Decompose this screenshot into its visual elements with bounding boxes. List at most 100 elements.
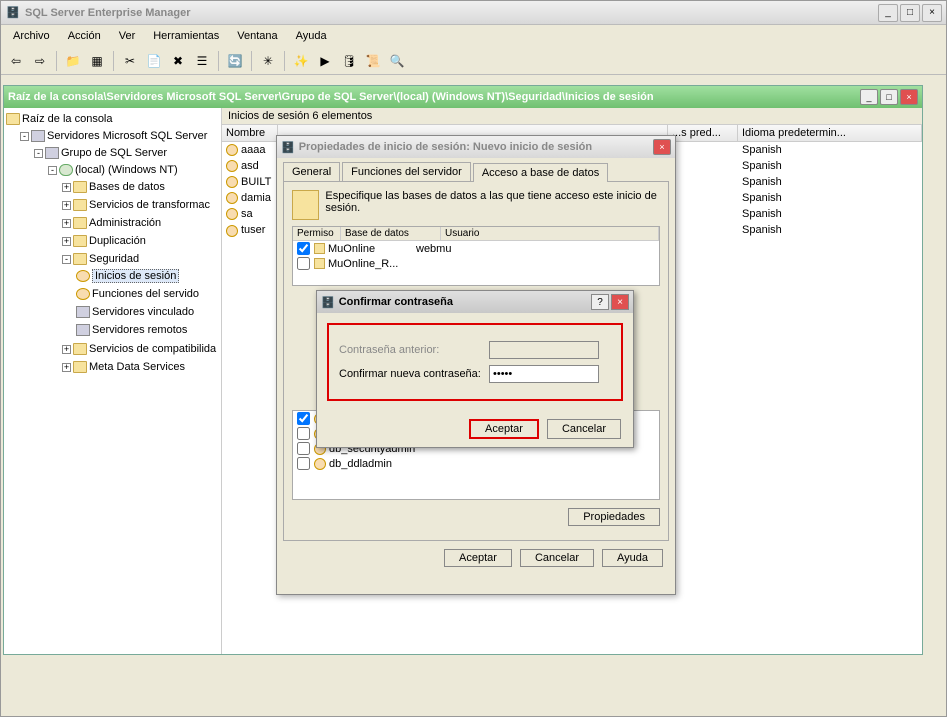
- role-checkbox[interactable]: [297, 457, 310, 470]
- cut-icon[interactable]: ✂: [119, 50, 141, 72]
- list-status: Inicios de sesión 6 elementos: [222, 108, 922, 125]
- db-row[interactable]: MuOnline_R...: [293, 256, 659, 271]
- mdi-minimize-button[interactable]: _: [860, 89, 878, 105]
- back-icon[interactable]: ⇦: [5, 50, 27, 72]
- menu-accion[interactable]: Acción: [60, 28, 109, 44]
- menu-ayuda[interactable]: Ayuda: [288, 28, 335, 44]
- col-permiso[interactable]: Permiso: [293, 227, 341, 240]
- tree-admin[interactable]: Administración: [89, 217, 161, 229]
- tree-security[interactable]: Seguridad: [89, 253, 139, 265]
- logins-icon: [76, 270, 90, 282]
- confirm-ok-button[interactable]: Aceptar: [469, 419, 539, 439]
- tree-databases[interactable]: Bases de datos: [89, 181, 165, 193]
- db-row[interactable]: MuOnlinewebmu: [293, 241, 659, 256]
- tree-dts[interactable]: Servicios de transformac: [89, 199, 210, 211]
- script-icon[interactable]: 📜: [362, 50, 384, 72]
- role-checkbox[interactable]: [297, 442, 310, 455]
- tree-servers[interactable]: Servidores Microsoft SQL Server: [47, 130, 207, 142]
- tab-general[interactable]: General: [283, 162, 340, 181]
- mdi-title-text: Raíz de la consola\Servidores Microsoft …: [8, 91, 860, 103]
- up-icon[interactable]: 📁: [62, 50, 84, 72]
- tab-database-access[interactable]: Acceso a base de datos: [473, 163, 608, 182]
- col-usuario[interactable]: Usuario: [441, 227, 659, 240]
- expand-icon[interactable]: +: [62, 183, 71, 192]
- copy-icon[interactable]: 📄: [143, 50, 165, 72]
- expand-icon[interactable]: +: [62, 237, 71, 246]
- prop-cancel-button[interactable]: Cancelar: [520, 549, 594, 567]
- properties-button[interactable]: Propiedades: [568, 508, 660, 526]
- col-pred[interactable]: ...s pred...: [668, 125, 738, 141]
- confirm-close-button[interactable]: ×: [611, 294, 629, 310]
- prop-close-button[interactable]: ×: [653, 139, 671, 155]
- tree-meta[interactable]: Meta Data Services: [89, 361, 185, 373]
- confirm-help-button[interactable]: ?: [591, 294, 609, 310]
- tree-pane[interactable]: Raíz de la consola -Servidores Microsoft…: [4, 108, 222, 654]
- user-icon: [226, 160, 238, 172]
- tab-server-roles[interactable]: Funciones del servidor: [342, 162, 471, 181]
- tree-server-roles[interactable]: Funciones del servido: [92, 288, 199, 300]
- maximize-button[interactable]: □: [900, 4, 920, 22]
- role-checkbox[interactable]: [297, 427, 310, 440]
- role-checkbox[interactable]: [297, 412, 310, 425]
- list-icon[interactable]: ▦: [86, 50, 108, 72]
- expand-icon[interactable]: +: [62, 219, 71, 228]
- menu-archivo[interactable]: Archivo: [5, 28, 58, 44]
- expand-icon[interactable]: +: [62, 363, 71, 372]
- confirm-title: Confirmar contraseña: [339, 296, 589, 308]
- folder-icon: [73, 199, 87, 211]
- expand-icon[interactable]: -: [20, 132, 29, 141]
- folder-icon: [73, 217, 87, 229]
- folder-icon: [73, 181, 87, 193]
- col-basedatos[interactable]: Base de datos: [341, 227, 441, 240]
- db-grid[interactable]: Permiso Base de datos Usuario MuOnlinewe…: [292, 226, 660, 286]
- tree-compat[interactable]: Servicios de compatibilida: [89, 343, 216, 355]
- tree-logins[interactable]: Inicios de sesión: [92, 269, 179, 283]
- prop-titlebar: 🗄️ Propiedades de inicio de sesión: Nuev…: [277, 136, 675, 158]
- run-icon[interactable]: ▶: [314, 50, 336, 72]
- mdi-close-button[interactable]: ×: [900, 89, 918, 105]
- refresh-icon[interactable]: 🔄: [224, 50, 246, 72]
- tree-linked[interactable]: Servidores vinculado: [92, 306, 194, 318]
- expand-icon[interactable]: -: [62, 255, 71, 264]
- prop-help-button[interactable]: Ayuda: [602, 549, 663, 567]
- role-row[interactable]: db_ddladmin: [293, 456, 659, 471]
- user-icon: [226, 208, 238, 220]
- group-icon: [45, 147, 59, 159]
- expand-icon[interactable]: -: [34, 149, 43, 158]
- db-icon[interactable]: 🛢: [338, 50, 360, 72]
- tree-dup[interactable]: Duplicación: [89, 235, 146, 247]
- tree-local[interactable]: (local) (Windows NT): [75, 164, 178, 176]
- user-icon: [226, 192, 238, 204]
- forward-icon[interactable]: ⇨: [29, 50, 51, 72]
- prop-ok-button[interactable]: Aceptar: [444, 549, 512, 567]
- folder-icon: [73, 253, 87, 265]
- close-button[interactable]: ×: [922, 4, 942, 22]
- expand-icon[interactable]: +: [62, 201, 71, 210]
- menu-herramientas[interactable]: Herramientas: [145, 28, 227, 44]
- tree-group[interactable]: Grupo de SQL Server: [61, 147, 167, 159]
- find-icon[interactable]: 🔍: [386, 50, 408, 72]
- col-name[interactable]: Nombre: [222, 125, 278, 141]
- new-icon[interactable]: ✳: [257, 50, 279, 72]
- db-icon: [314, 243, 325, 254]
- minimize-button[interactable]: _: [878, 4, 898, 22]
- menu-ver[interactable]: Ver: [111, 28, 144, 44]
- col-lang[interactable]: Idioma predetermin...: [738, 125, 922, 141]
- menu-ventana[interactable]: Ventana: [229, 28, 285, 44]
- confirm-cancel-button[interactable]: Cancelar: [547, 419, 621, 439]
- mdi-maximize-button[interactable]: □: [880, 89, 898, 105]
- new-password-input[interactable]: [489, 365, 599, 383]
- folder-icon: [6, 113, 20, 125]
- tree-remote[interactable]: Servidores remotos: [92, 324, 187, 336]
- expand-icon[interactable]: -: [48, 166, 57, 175]
- local-icon: [59, 164, 73, 176]
- prop-icon: 🗄️: [281, 141, 295, 154]
- db-checkbox[interactable]: [297, 242, 310, 255]
- db-checkbox[interactable]: [297, 257, 310, 270]
- props-icon[interactable]: ☰: [191, 50, 213, 72]
- expand-icon[interactable]: +: [62, 345, 71, 354]
- wizard-icon[interactable]: ✨: [290, 50, 312, 72]
- delete-icon[interactable]: ✖: [167, 50, 189, 72]
- prop-title: Propiedades de inicio de sesión: Nuevo i…: [299, 141, 653, 153]
- tree-root[interactable]: Raíz de la consola: [22, 113, 113, 125]
